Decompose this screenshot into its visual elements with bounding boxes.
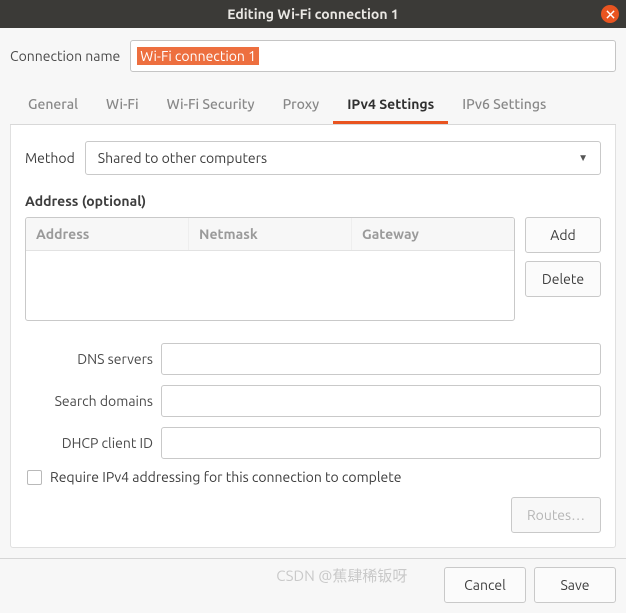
dhcp-client-id-label: DHCP client ID bbox=[25, 435, 153, 451]
close-icon bbox=[606, 10, 615, 19]
search-domains-input[interactable] bbox=[161, 385, 601, 417]
watermark-text: CSDN @蕉肆稀钣呀 bbox=[276, 565, 407, 586]
chevron-down-icon: ▼ bbox=[578, 152, 588, 164]
routes-button[interactable]: Routes… bbox=[511, 497, 601, 533]
tab-proxy[interactable]: Proxy bbox=[269, 86, 334, 124]
tab-general[interactable]: General bbox=[14, 86, 92, 124]
ipv4-form: DNS servers Search domains DHCP client I… bbox=[25, 343, 601, 459]
col-netmask: Netmask bbox=[189, 218, 352, 250]
method-value: Shared to other computers bbox=[98, 150, 267, 166]
delete-button[interactable]: Delete bbox=[525, 261, 601, 297]
settings-tabs: General Wi-Fi Wi-Fi Security Proxy IPv4 … bbox=[10, 86, 616, 125]
routes-row: Routes… bbox=[25, 497, 601, 533]
col-gateway: Gateway bbox=[352, 218, 514, 250]
address-table-header: Address Netmask Gateway bbox=[26, 218, 514, 251]
address-buttons: Add Delete bbox=[525, 217, 601, 321]
dhcp-client-id-row: DHCP client ID bbox=[25, 427, 601, 459]
save-button[interactable]: Save bbox=[534, 567, 616, 603]
require-ipv4-label: Require IPv4 addressing for this connect… bbox=[50, 469, 401, 485]
search-domains-row: Search domains bbox=[25, 385, 601, 417]
address-area: Address Netmask Gateway Add Delete bbox=[25, 217, 601, 321]
dhcp-client-id-input[interactable] bbox=[161, 427, 601, 459]
search-domains-label: Search domains bbox=[25, 393, 153, 409]
tab-ipv4-settings[interactable]: IPv4 Settings bbox=[333, 86, 448, 124]
connection-name-input[interactable]: Wi-Fi connection 1 bbox=[130, 40, 616, 72]
window-titlebar: Editing Wi-Fi connection 1 bbox=[0, 0, 626, 28]
connection-name-row: Connection name Wi-Fi connection 1 bbox=[10, 40, 616, 72]
connection-name-label: Connection name bbox=[10, 48, 120, 64]
method-row: Method Shared to other computers ▼ bbox=[25, 141, 601, 175]
address-section-title: Address (optional) bbox=[25, 193, 601, 209]
connection-name-value: Wi-Fi connection 1 bbox=[137, 47, 259, 65]
add-button[interactable]: Add bbox=[525, 217, 601, 253]
method-select[interactable]: Shared to other computers ▼ bbox=[85, 141, 601, 175]
address-table[interactable]: Address Netmask Gateway bbox=[25, 217, 515, 321]
dialog-footer: CSDN @蕉肆稀钣呀 Cancel Save bbox=[0, 559, 626, 613]
tab-wifi[interactable]: Wi-Fi bbox=[92, 86, 153, 124]
ipv4-pane: Method Shared to other computers ▼ Addre… bbox=[10, 125, 616, 548]
dns-row: DNS servers bbox=[25, 343, 601, 375]
col-address: Address bbox=[26, 218, 189, 250]
dialog-content: Connection name Wi-Fi connection 1 Gener… bbox=[0, 28, 626, 559]
cancel-button[interactable]: Cancel bbox=[444, 567, 526, 603]
window-close-button[interactable] bbox=[601, 5, 619, 23]
dns-input[interactable] bbox=[161, 343, 601, 375]
tab-ipv6-settings[interactable]: IPv6 Settings bbox=[448, 86, 560, 124]
window-title: Editing Wi-Fi connection 1 bbox=[227, 6, 399, 22]
tab-wifi-security[interactable]: Wi-Fi Security bbox=[153, 86, 269, 124]
method-label: Method bbox=[25, 150, 75, 166]
require-ipv4-row: Require IPv4 addressing for this connect… bbox=[27, 469, 601, 485]
dns-label: DNS servers bbox=[25, 351, 153, 367]
require-ipv4-checkbox[interactable] bbox=[27, 470, 42, 485]
